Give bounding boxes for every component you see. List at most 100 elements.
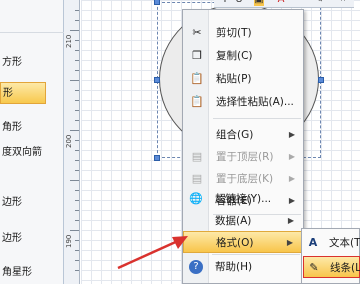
panel-divider xyxy=(0,32,64,33)
ruler-tick xyxy=(75,110,79,111)
resize-handle[interactable] xyxy=(154,0,160,5)
shape-item-star[interactable]: 角星形 xyxy=(0,262,64,284)
submenu-arrow-icon: ▶ xyxy=(287,216,294,225)
menu-item-label: 帮助(H) xyxy=(215,261,253,273)
line-color-icon[interactable]: ✎ xyxy=(314,0,324,6)
shape-item-label: 角形 xyxy=(2,122,22,133)
shape-item-triangle[interactable]: 角形 xyxy=(0,117,64,139)
submenu-item-line[interactable]: ✎ 线条(L) xyxy=(303,256,360,278)
menu-separator xyxy=(213,118,301,119)
vertical-ruler: 210 200 190 xyxy=(64,0,80,284)
shapes-panel: 方形 形 角形 度双向箭 边形 边形 角星形 xyxy=(0,0,64,284)
ruler-tick xyxy=(75,50,79,51)
copy-icon: ❐ xyxy=(192,49,202,62)
menu-item-paste-special[interactable]: 📋 选择性粘贴(A)... xyxy=(184,91,303,113)
menu-item-data[interactable]: 数据(A) ▶ xyxy=(183,210,302,232)
ruler-tick xyxy=(75,170,79,171)
ruler-tick xyxy=(75,190,79,191)
ruler-tick xyxy=(75,10,79,11)
ruler-label: 210 xyxy=(65,34,73,48)
mini-toolbar: I U ▣ A ✎ ⌗ xyxy=(214,0,354,8)
shape-item-label: 边形 xyxy=(2,233,22,244)
shape-item-label: 度双向箭 xyxy=(2,147,42,158)
format-painter-icon[interactable]: ⌗ xyxy=(338,0,348,6)
ruler-label: 200 xyxy=(65,134,73,148)
menu-item-label: 数据(A) xyxy=(215,215,252,227)
scissors-icon: ✂ xyxy=(192,26,202,39)
underline-icon[interactable]: U xyxy=(234,0,244,6)
ruler-tick xyxy=(75,270,79,271)
ruler-tick xyxy=(75,200,79,201)
ruler-tick xyxy=(70,230,79,231)
ruler-tick xyxy=(75,240,79,241)
ruler-tick xyxy=(70,30,79,31)
menu-item-send-to-back[interactable]: ▤ 置于底层(K) ▶ xyxy=(184,168,303,190)
shape-item-label: 角星形 xyxy=(2,267,32,278)
menu-item-label: 超链接(Y)... xyxy=(215,193,272,205)
ruler-tick xyxy=(75,100,79,101)
ruler-tick xyxy=(75,40,79,41)
format-submenu: A 文本(T)... ✎ 线条(L) xyxy=(301,228,360,284)
menu-item-group[interactable]: 组合(G) ▶ xyxy=(184,124,303,146)
ruler-tick xyxy=(75,160,79,161)
ruler-tick xyxy=(75,250,79,251)
shape-item-square[interactable]: 方形 xyxy=(0,52,64,74)
submenu-arrow-icon: ▶ xyxy=(286,238,293,247)
resize-handle[interactable] xyxy=(154,77,160,83)
font-color-icon[interactable]: A xyxy=(276,0,286,6)
hyperlink-icon: 🌐 xyxy=(189,192,203,205)
submenu-arrow-icon: ▶ xyxy=(288,130,295,139)
ruler-tick xyxy=(75,260,79,261)
help-icon: ? xyxy=(189,260,203,274)
ruler-tick xyxy=(75,20,79,21)
ruler-tick xyxy=(70,130,79,131)
resize-handle[interactable] xyxy=(318,77,324,83)
fill-color-icon[interactable]: ▣ xyxy=(254,0,264,6)
ruler-tick xyxy=(70,80,79,81)
menu-item-label: 选择性粘贴(A)... xyxy=(216,96,294,108)
ruler-label: 190 xyxy=(65,234,73,248)
menu-item-bring-to-front[interactable]: ▤ 置于顶层(R) ▶ xyxy=(184,146,303,168)
shape-item-polygon-b[interactable]: 边形 xyxy=(0,228,64,250)
menu-item-cut[interactable]: ✂ 剪切(T) xyxy=(184,22,303,44)
shape-item-label: 形 xyxy=(3,88,13,99)
shape-item-label: 方形 xyxy=(2,57,22,68)
ruler-tick xyxy=(75,150,79,151)
text-format-icon: A xyxy=(308,236,318,249)
shape-item-double-arrow[interactable]: 度双向箭 xyxy=(0,142,64,164)
ruler-tick xyxy=(75,60,79,61)
menu-item-label: 格式(O) xyxy=(216,237,254,249)
ruler-tick xyxy=(75,220,79,221)
shape-item-label: 边形 xyxy=(2,197,22,208)
menu-item-label: 复制(C) xyxy=(216,50,253,62)
shape-item-circle-selected[interactable]: 形 xyxy=(0,82,46,104)
submenu-arrow-icon: ▶ xyxy=(288,174,295,183)
shape-item-polygon-a[interactable]: 边形 xyxy=(0,192,64,214)
menu-item-label: 置于底层(K) xyxy=(216,173,274,185)
menu-item-help[interactable]: ? 帮助(H) xyxy=(183,256,302,278)
pencil-icon: ✎ xyxy=(309,261,319,274)
menu-item-label: 组合(G) xyxy=(216,129,254,141)
menu-item-hyperlink[interactable]: 🌐 超链接(Y)... xyxy=(183,188,302,210)
menu-item-label: 置于顶层(R) xyxy=(216,151,274,163)
ruler-tick xyxy=(75,90,79,91)
italic-icon[interactable]: I xyxy=(220,0,230,6)
menu-item-label: 粘贴(P) xyxy=(216,73,252,85)
ruler-tick xyxy=(70,180,79,181)
ruler-tick xyxy=(75,140,79,141)
paste-icon: 📋 xyxy=(190,72,204,85)
menu-item-copy[interactable]: ❐ 复制(C) xyxy=(184,45,303,67)
ruler-tick xyxy=(75,120,79,121)
submenu-item-label: 线条(L) xyxy=(330,262,360,274)
submenu-item-label: 文本(T)... xyxy=(329,237,360,249)
ruler-tick xyxy=(75,210,79,211)
resize-handle[interactable] xyxy=(154,155,160,161)
submenu-arrow-icon: ▶ xyxy=(288,152,295,161)
menu-item-format[interactable]: 格式(O) ▶ xyxy=(183,231,302,253)
menu-item-label: 剪切(T) xyxy=(216,27,252,39)
bring-front-icon: ▤ xyxy=(191,150,203,163)
menu-separator xyxy=(212,254,300,255)
submenu-item-text[interactable]: A 文本(T)... xyxy=(303,232,360,254)
menu-item-paste[interactable]: 📋 粘贴(P) xyxy=(184,68,303,90)
send-back-icon: ▤ xyxy=(191,172,203,185)
